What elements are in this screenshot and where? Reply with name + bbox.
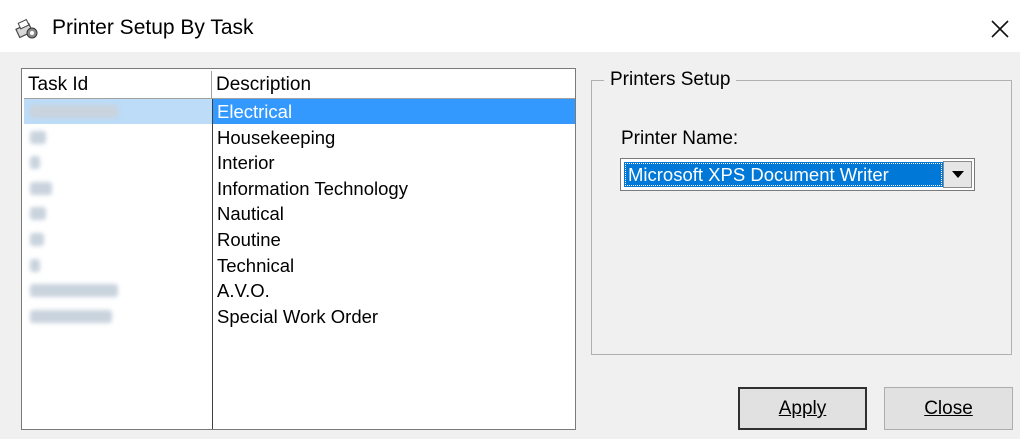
description-cell[interactable]: Electrical bbox=[213, 99, 575, 124]
redacted-task-id bbox=[30, 130, 46, 144]
title-bar: Printer Setup By Task bbox=[0, 0, 1020, 52]
description-cell[interactable]: Special Work Order bbox=[213, 304, 575, 329]
task-id-cell[interactable] bbox=[24, 150, 212, 175]
table-row[interactable]: Nautical bbox=[24, 201, 575, 226]
printer-name-label: Printer Name: bbox=[621, 128, 739, 149]
window-title: Printer Setup By Task bbox=[52, 16, 254, 39]
printers-setup-label: Printers Setup bbox=[604, 68, 737, 92]
printer-gear-icon bbox=[15, 18, 38, 39]
apply-button[interactable]: Apply bbox=[738, 387, 867, 430]
redacted-task-id bbox=[30, 233, 44, 246]
task-id-cell[interactable] bbox=[24, 176, 212, 201]
dropdown-button[interactable] bbox=[943, 161, 972, 188]
close-button[interactable]: Close bbox=[884, 387, 1013, 430]
redacted-task-id bbox=[30, 105, 118, 118]
redacted-task-id bbox=[30, 181, 52, 195]
task-grid[interactable]: Task Id Description Electrical Housekeepi… bbox=[21, 68, 576, 430]
table-row[interactable]: Special Work Order bbox=[24, 304, 575, 329]
redacted-task-id bbox=[30, 284, 118, 298]
description-cell[interactable]: Routine bbox=[213, 227, 575, 252]
task-id-cell[interactable] bbox=[24, 125, 212, 150]
column-header-task-id[interactable]: Task Id bbox=[24, 71, 212, 99]
redacted-task-id bbox=[30, 309, 112, 323]
printers-setup-group bbox=[591, 80, 1012, 355]
redacted-task-id bbox=[30, 156, 40, 170]
table-row[interactable]: A.V.O. bbox=[24, 278, 575, 303]
table-row[interactable]: Housekeeping bbox=[24, 125, 575, 150]
description-cell[interactable]: Housekeeping bbox=[213, 125, 575, 150]
redacted-task-id bbox=[30, 258, 40, 272]
table-row[interactable]: Electrical bbox=[24, 99, 575, 124]
task-id-cell[interactable] bbox=[24, 99, 212, 124]
close-icon[interactable] bbox=[986, 15, 1014, 43]
printer-name-value[interactable]: Microsoft XPS Document Writer bbox=[624, 162, 943, 187]
description-cell[interactable]: Nautical bbox=[213, 201, 575, 226]
task-id-cell[interactable] bbox=[24, 278, 212, 303]
description-cell[interactable]: A.V.O. bbox=[213, 278, 575, 303]
table-row[interactable]: Routine bbox=[24, 227, 575, 252]
description-cell[interactable]: Information Technology bbox=[213, 176, 575, 201]
table-row[interactable]: Information Technology bbox=[24, 176, 575, 201]
chevron-down-icon bbox=[952, 171, 964, 178]
task-id-cell[interactable] bbox=[24, 304, 212, 329]
redacted-task-id bbox=[30, 207, 46, 221]
printer-name-dropdown[interactable]: Microsoft XPS Document Writer bbox=[620, 158, 975, 191]
column-header-description[interactable]: Description bbox=[212, 71, 575, 99]
task-id-cell[interactable] bbox=[24, 253, 212, 278]
task-id-cell[interactable] bbox=[24, 227, 212, 252]
task-id-cell[interactable] bbox=[24, 201, 212, 226]
table-row[interactable]: Interior bbox=[24, 150, 575, 175]
table-row[interactable]: Technical bbox=[24, 253, 575, 278]
description-cell[interactable]: Interior bbox=[213, 150, 575, 175]
description-cell[interactable]: Technical bbox=[213, 253, 575, 278]
